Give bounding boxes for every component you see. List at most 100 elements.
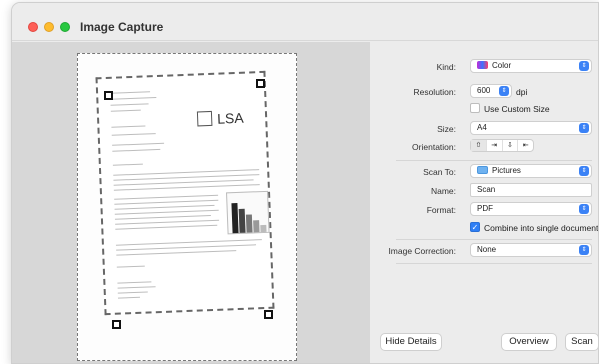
orientation-right-icon[interactable]: ⇥ [487,140,503,151]
scan-preview-area[interactable]: LSA [12,42,370,363]
folder-icon [477,166,488,174]
doc-line [115,224,218,230]
popup-chevron-icon: ⇕ [579,166,589,176]
combine-label: Combine into single document [484,223,599,233]
document-logo-text: LSA [216,109,244,127]
doc-line [114,194,219,200]
format-label: Format: [426,205,456,215]
orientation-down-icon[interactable]: ⇩ [503,140,519,151]
hide-details-button[interactable]: Hide Details [380,333,442,351]
format-row: Format: PDF ⇕ [370,202,598,218]
doc-line [117,286,156,289]
doc-line [110,91,151,94]
resolution-value: 600 [477,86,491,95]
popup-chevron-icon: ⇕ [579,204,589,214]
crop-handle-top-left[interactable] [104,91,113,100]
size-popup[interactable]: A4 ⇕ [470,121,592,135]
doc-line [114,215,211,220]
size-label: Size: [437,124,456,134]
custom-size-label: Use Custom Size [484,104,550,114]
crop-handle-bottom-right[interactable] [264,310,273,319]
doc-line [111,125,146,128]
doc-line [110,103,149,106]
scan-button[interactable]: Scan [565,333,598,351]
custom-size-checkbox[interactable] [470,103,480,113]
minimize-window-button[interactable] [44,22,54,32]
popup-chevron-icon: ⇕ [499,86,509,96]
title-bar: Image Capture [12,3,598,41]
doc-chart-bar [231,202,239,234]
correction-popup[interactable]: None ⇕ [470,243,592,257]
resolution-popup[interactable]: 600 ⇕ [470,84,512,98]
overview-button[interactable]: Overview [501,333,557,351]
doc-line [117,281,152,284]
correction-row: Image Correction: None ⇕ [370,243,598,259]
doc-line [114,209,219,215]
scan-to-row: Scan To: Pictures ⇕ [370,164,598,180]
crop-handle-top-right[interactable] [256,79,265,88]
scan-to-label: Scan To: [423,167,456,177]
doc-line [117,296,140,299]
crop-handle-bottom-left[interactable] [112,320,121,329]
popup-chevron-icon: ⇕ [579,61,589,71]
doc-line [110,109,141,112]
doc-line [116,265,145,268]
close-window-button[interactable] [28,22,38,32]
doc-chart-bar [245,214,253,233]
resolution-label: Resolution: [413,87,456,97]
window-title: Image Capture [80,20,164,34]
doc-line [113,184,260,191]
doc-line [112,163,143,166]
kind-label: Kind: [436,62,456,72]
doc-chart-bar [253,220,260,233]
divider [396,239,592,240]
popup-chevron-icon: ⇕ [579,123,589,133]
doc-line [110,97,157,100]
combine-row: ✓ Combine into single document [370,220,598,236]
scan-to-value: Pictures [492,166,521,175]
popup-chevron-icon: ⇕ [579,245,589,255]
scan-to-popup[interactable]: Pictures ⇕ [470,164,592,178]
doc-line [112,148,161,152]
orientation-row: Orientation: ⇧ ⇥ ⇩ ⇤ [370,139,598,155]
size-row: Size: A4 ⇕ [370,121,598,137]
scanned-document[interactable]: LSA [95,70,275,316]
doc-line [116,250,237,256]
size-value: A4 [477,123,487,132]
doc-line [117,291,148,294]
correction-label: Image Correction: [388,246,456,256]
name-row: Name: Scan [370,183,598,199]
document-bar-chart [226,190,270,235]
orientation-upright-icon[interactable]: ⇧ [471,140,487,151]
divider [396,160,592,161]
scan-settings-panel: Kind: Color ⇕ Resolution: 600 ⇕ dpi Use … [370,42,598,363]
kind-value: Color [492,61,512,70]
resolution-row: Resolution: 600 ⇕ dpi [370,84,598,100]
doc-line [114,199,219,205]
orientation-label: Orientation: [412,142,456,152]
doc-line [112,142,165,146]
doc-chart-bar [260,224,267,233]
correction-value: None [477,245,497,254]
scan-bed-sheet: LSA [77,53,297,361]
format-value: PDF [477,204,493,213]
doc-line [114,204,215,210]
orientation-left-icon[interactable]: ⇤ [518,140,533,151]
name-label: Name: [430,186,456,196]
combine-checkbox[interactable]: ✓ [470,222,480,232]
logo-icon [196,110,213,127]
doc-chart-bar [238,208,246,233]
image-capture-window: Image Capture LSA Kind: Color ⇕ Resoluti… [11,2,599,364]
color-icon [477,61,488,69]
kind-popup[interactable]: Color ⇕ [470,59,592,73]
resolution-unit: dpi [516,87,528,97]
custom-size-row: Use Custom Size [370,101,598,117]
orientation-segmented-control[interactable]: ⇧ ⇥ ⇩ ⇤ [470,139,534,152]
divider [396,263,592,264]
name-field[interactable]: Scan [470,183,592,197]
doc-line [115,219,220,225]
zoom-window-button[interactable] [60,22,70,32]
kind-row: Kind: Color ⇕ [370,59,598,75]
doc-line [111,133,156,136]
format-popup[interactable]: PDF ⇕ [470,202,592,216]
